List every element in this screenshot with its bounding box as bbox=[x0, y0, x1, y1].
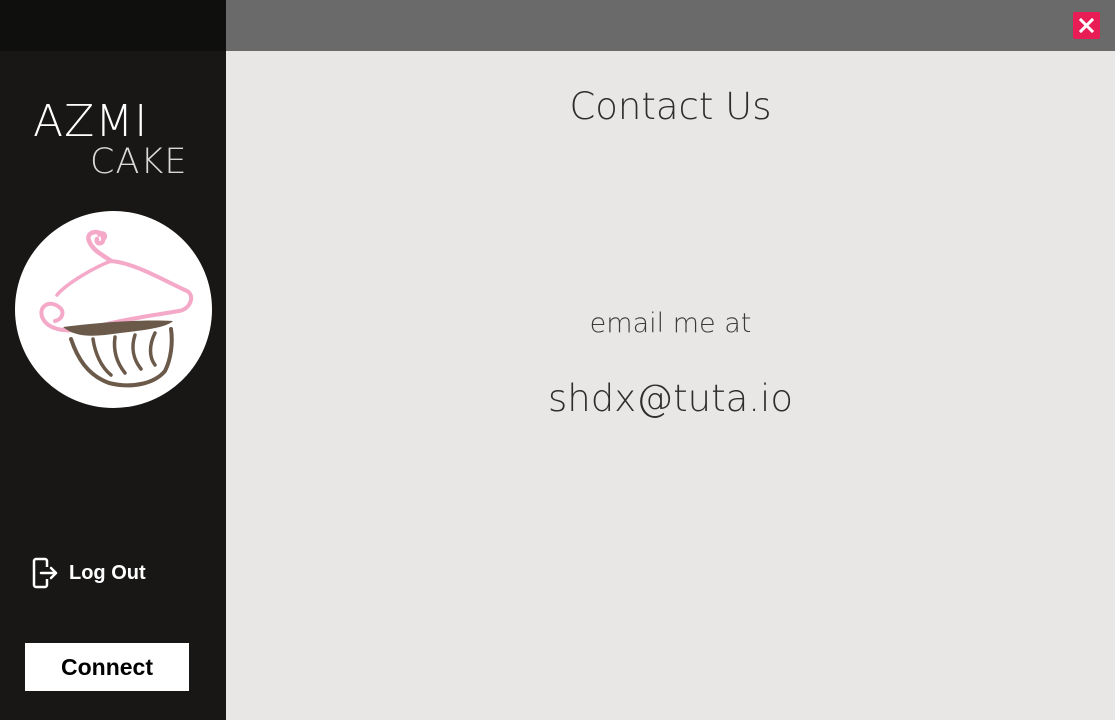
sidebar-header bbox=[0, 0, 226, 51]
logout-button[interactable]: Log Out bbox=[31, 556, 181, 590]
close-icon bbox=[1079, 18, 1094, 33]
page-title: Contact Us bbox=[569, 85, 772, 128]
cupcake-logo bbox=[15, 211, 212, 408]
email-label: email me at bbox=[589, 308, 752, 339]
logout-label: Log Out bbox=[69, 561, 146, 584]
email-address: shdx@tuta.io bbox=[548, 377, 793, 420]
connect-button[interactable]: Connect bbox=[25, 643, 189, 691]
brand-subtitle: CAKE bbox=[90, 142, 188, 182]
close-button[interactable] bbox=[1073, 12, 1100, 39]
brand-name: AZMI bbox=[33, 96, 149, 147]
logout-icon bbox=[32, 557, 58, 589]
title-bar bbox=[226, 0, 1115, 51]
